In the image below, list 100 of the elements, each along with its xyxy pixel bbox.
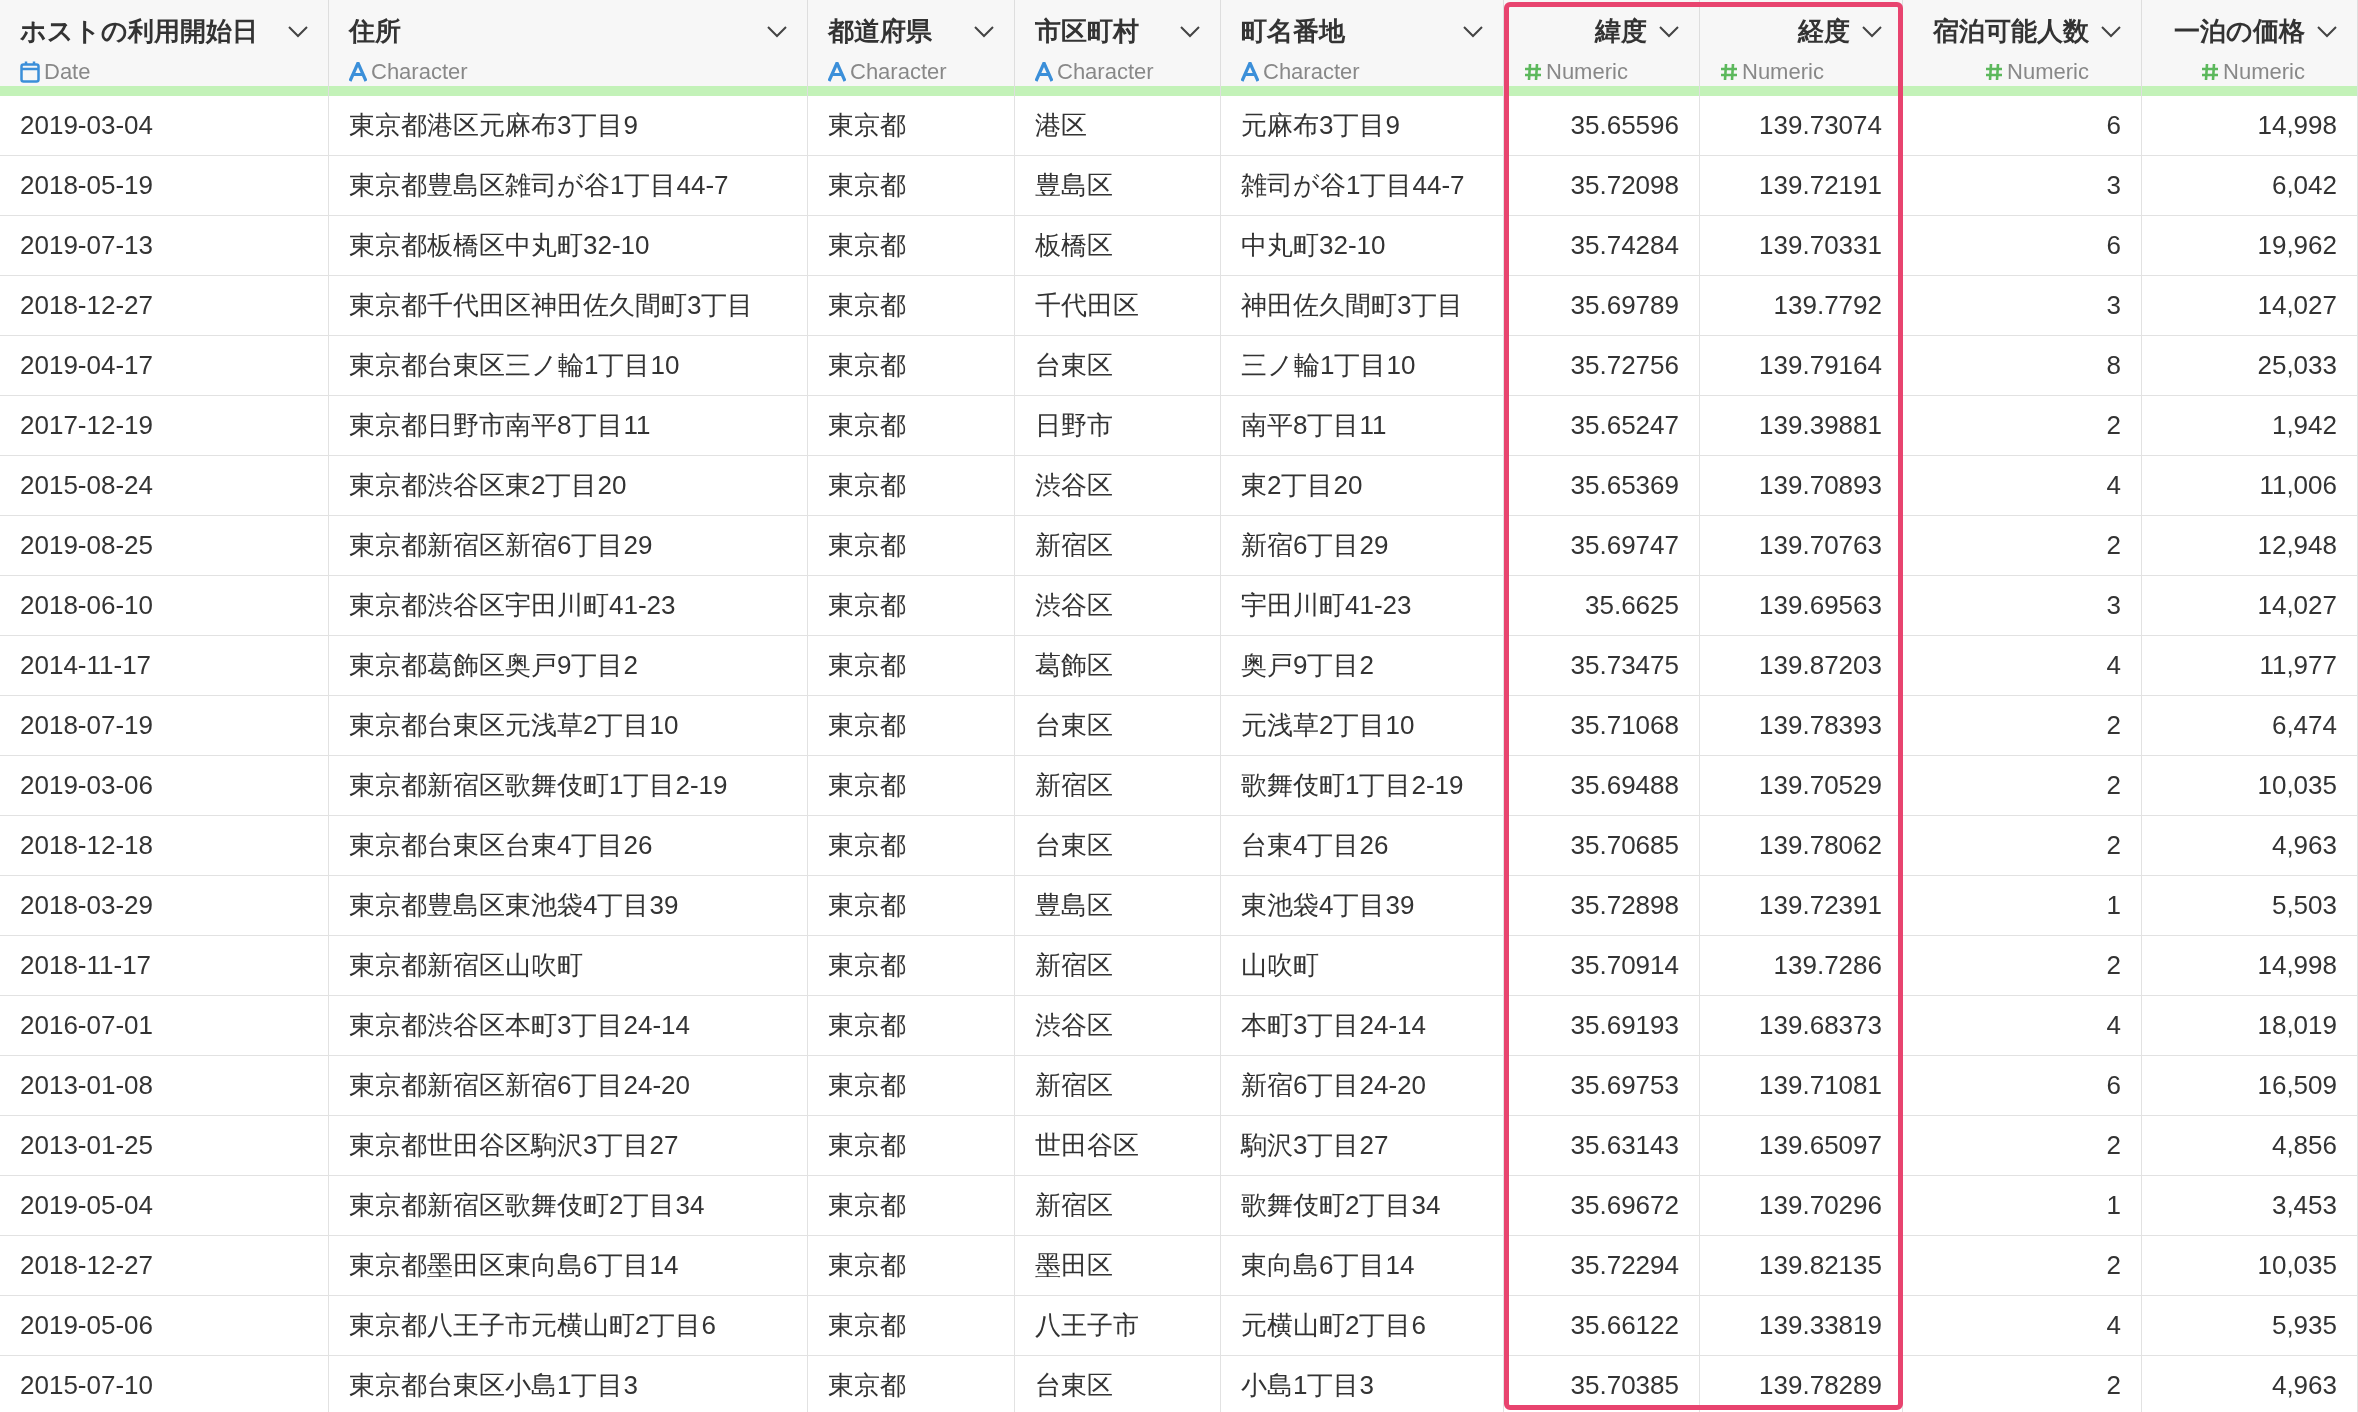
letter-a-icon — [1241, 61, 1259, 82]
chevron-down-icon[interactable] — [2101, 25, 2121, 38]
table-cell-text: 新宿区 — [1035, 769, 1113, 802]
table-cell-text: 2018-11-17 — [20, 949, 152, 982]
table-cell-text: 2 — [2106, 409, 2121, 442]
table-cell-text: 東2丁目20 — [1241, 469, 1363, 502]
chevron-down-icon[interactable] — [1862, 25, 1882, 38]
table-cell-text: 2019-08-25 — [20, 529, 153, 562]
table-cell-text: 35.69193 — [1570, 1009, 1679, 1042]
table-cell-text: 神田佐久間町3丁目 — [1241, 289, 1464, 322]
table-cell-text: 25,033 — [2257, 349, 2337, 382]
table-cell-text: 歌舞伎町2丁目34 — [1241, 1189, 1441, 1222]
table-cell-text: 2014-11-17 — [20, 649, 152, 682]
table-cell-text: 東京都 — [828, 649, 906, 682]
table-cell-text: 139.70331 — [1759, 229, 1882, 262]
table-cell-text: 2019-04-17 — [20, 349, 153, 382]
table-cell-text: 14,027 — [2257, 589, 2337, 622]
table-cell-text: 歌舞伎町1丁目2-19 — [1241, 769, 1464, 802]
column-type: Numeric — [1742, 58, 1824, 86]
chevron-down-icon[interactable] — [1659, 25, 1679, 38]
table-cell-text: 10,035 — [2257, 1249, 2337, 1282]
table-cell-text: 東池袋4丁目39 — [1241, 889, 1415, 922]
table-cell-text: 渋谷区 — [1035, 1009, 1113, 1042]
table-cell-text: 35.65596 — [1570, 109, 1679, 142]
table-cell-text: 35.69672 — [1570, 1189, 1679, 1222]
table-cell-text: 新宿6丁目24-20 — [1241, 1069, 1426, 1102]
table-cell-text: 139.71081 — [1759, 1069, 1882, 1102]
table-cell-text: 2 — [2106, 949, 2121, 982]
table-cell-text: 4 — [2106, 1009, 2121, 1042]
table-cell-text: 5,935 — [2271, 1309, 2337, 1342]
table-cell-text: 2016-07-01 — [20, 1009, 153, 1042]
table-cell-text: 35.63143 — [1570, 1129, 1679, 1162]
table-cell-text: 東京都台東区小島1丁目3 — [349, 1369, 638, 1402]
table-cell-text: 世田谷区 — [1035, 1129, 1139, 1162]
table-cell-text: 8 — [2106, 349, 2121, 382]
table-cell-text: 新宿区 — [1035, 1189, 1113, 1222]
table-cell-text: 139.87203 — [1759, 649, 1882, 682]
table-cell-text: 東京都墨田区東向島6丁目14 — [349, 1249, 679, 1282]
chevron-down-icon[interactable] — [767, 25, 787, 38]
table-cell-text: 2018-06-10 — [20, 589, 153, 622]
table-cell-text: 14,998 — [2257, 949, 2337, 982]
table-cell-text: 東京都 — [828, 1369, 906, 1402]
table-cell-text: 新宿区 — [1035, 949, 1113, 982]
table-cell-text: 2019-03-06 — [20, 769, 153, 802]
table-cell-text: 6,042 — [2271, 169, 2337, 202]
table-cell-text: 東京都千代田区神田佐久間町3丁目 — [349, 289, 754, 322]
table-cell-text: 2018-07-19 — [20, 709, 153, 742]
table-cell-text: 東京都 — [828, 1309, 906, 1342]
table-cell-text: 6 — [2106, 229, 2121, 262]
table-cell-text: 東京都 — [828, 1009, 906, 1042]
table-cell-text: 奥戸9丁目2 — [1241, 649, 1374, 682]
table-cell-text: 小島1丁目3 — [1241, 1369, 1374, 1402]
table-cell-text: 2019-03-04 — [20, 109, 153, 142]
chevron-down-icon[interactable] — [2317, 25, 2337, 38]
table-cell-text: 2019-05-06 — [20, 1309, 153, 1342]
chevron-down-icon[interactable] — [288, 25, 308, 38]
table-cell-text: 12,948 — [2257, 529, 2337, 562]
table-cell-text: 2 — [2106, 1129, 2121, 1162]
table-cell-text: 35.69747 — [1570, 529, 1679, 562]
chevron-down-icon[interactable] — [1180, 25, 1200, 38]
table-cell-text: 2018-12-27 — [20, 289, 153, 322]
chevron-down-icon[interactable] — [974, 25, 994, 38]
column-title: 市区町村 — [1035, 15, 1140, 48]
table-cell-text: 雑司が谷1丁目44-7 — [1241, 169, 1465, 202]
table-cell-text: 11,006 — [2259, 469, 2337, 502]
table-cell-text: 35.70914 — [1570, 949, 1679, 982]
table-cell-text: 1 — [2106, 889, 2121, 922]
letter-a-icon — [828, 61, 846, 82]
table-cell-text: 35.72098 — [1570, 169, 1679, 202]
table-cell-text: 11,977 — [2259, 649, 2337, 682]
table-cell-text: 東京都 — [828, 469, 906, 502]
table-cell-text: 東京都 — [828, 709, 906, 742]
table-cell-text: 139.78289 — [1759, 1369, 1882, 1402]
column-title: 宿泊可能人数 — [1932, 15, 2089, 48]
table-cell-text: 6 — [2106, 1069, 2121, 1102]
table-cell-text: 東京都 — [828, 769, 906, 802]
column-title: 都道府県 — [828, 15, 933, 48]
table-cell-text: 35.71068 — [1570, 709, 1679, 742]
table-cell-text: 1,942 — [2271, 409, 2337, 442]
table-cell-text: 18,019 — [2257, 1009, 2337, 1042]
table-cell-text: 4 — [2106, 1309, 2121, 1342]
table-cell-text: 東京都新宿区新宿6丁目29 — [349, 529, 653, 562]
table-cell-text: 墨田区 — [1035, 1249, 1113, 1282]
table-cell-text: 東京都 — [828, 1129, 906, 1162]
table-cell-text: 東京都新宿区山吹町 — [349, 949, 583, 982]
table-cell-text: 4,856 — [2271, 1129, 2337, 1162]
column-type: Character — [1263, 58, 1360, 86]
table-cell-text: 元麻布3丁目9 — [1241, 109, 1400, 142]
table-cell-text: 本町3丁目24-14 — [1241, 1009, 1426, 1042]
chevron-down-icon[interactable] — [1463, 25, 1483, 38]
table-cell-text: 東京都 — [828, 109, 906, 142]
table-cell-text: 東京都新宿区歌舞伎町2丁目34 — [349, 1189, 705, 1222]
table-cell-text: 16,509 — [2257, 1069, 2337, 1102]
column-type: Numeric — [2007, 58, 2089, 86]
table-cell-text: 2015-08-24 — [20, 469, 153, 502]
table-cell-text: 東京都日野市南平8丁目11 — [349, 409, 651, 442]
table-cell-text: 35.72294 — [1570, 1249, 1679, 1282]
table-cell-text: 台東区 — [1035, 709, 1113, 742]
table-cell-text: 東京都 — [828, 1189, 906, 1222]
letter-a-icon — [1035, 61, 1053, 82]
